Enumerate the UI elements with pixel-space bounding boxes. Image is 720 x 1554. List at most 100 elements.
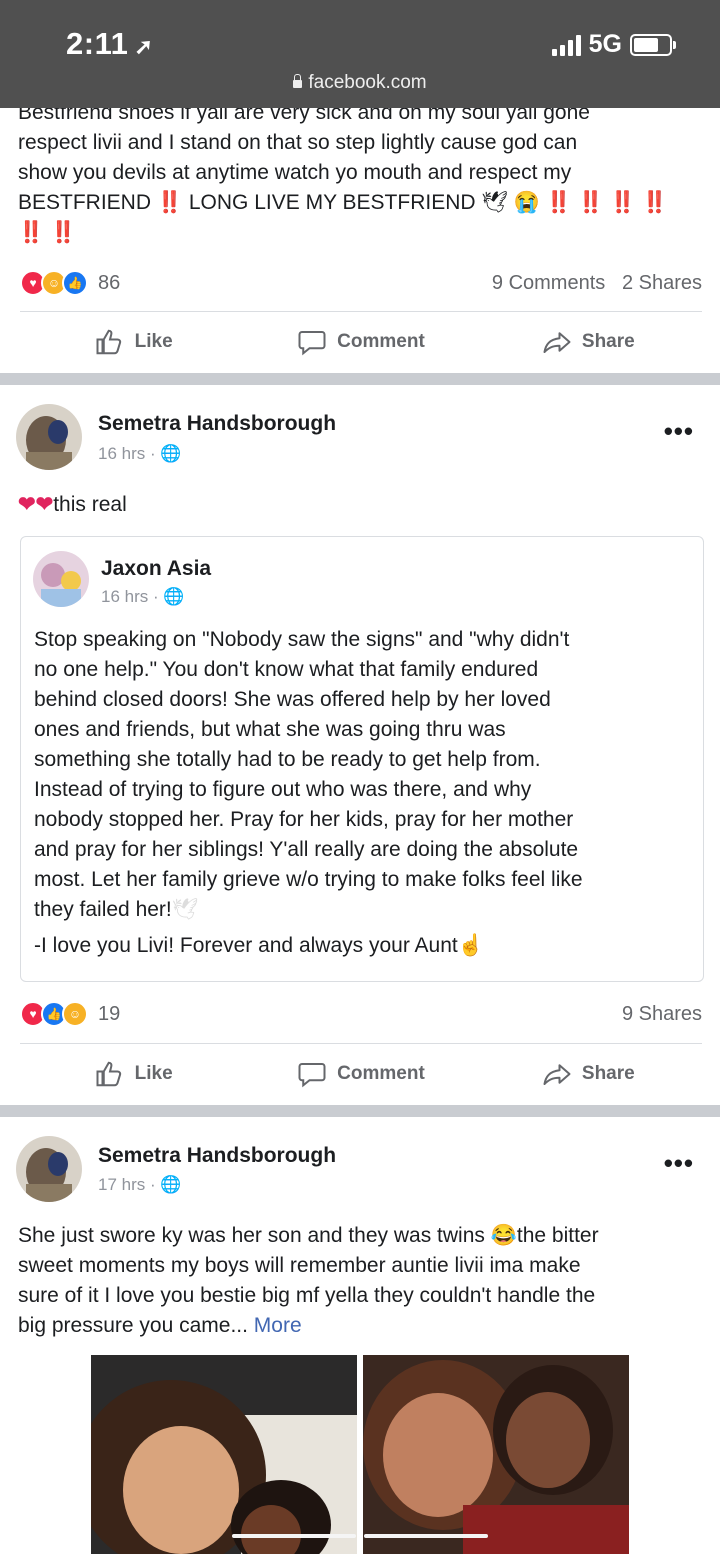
signal-icon [551, 34, 581, 56]
double-exclamation-icon: ‼️ [545, 191, 573, 214]
post-2-caption: this real [53, 493, 127, 516]
shared-body-line: nobody stopped her. Pray for her kids, p… [34, 808, 574, 831]
double-exclamation-icon: ‼️ [156, 191, 184, 214]
status-right: 5G [551, 30, 676, 59]
post-1-text: Bestfriend shoes if yall are very sick a… [18, 98, 708, 248]
comments-count-link[interactable]: 9 Comments [492, 272, 605, 294]
dove-icon: 🕊 [171, 898, 199, 921]
globe-icon: 🌐 [160, 444, 182, 463]
post-2-reactions[interactable]: ♥ 👍 ☺ 19 [20, 1001, 120, 1027]
thumbs-up-icon [96, 329, 121, 355]
shared-body-line: behind closed doors! She was offered hel… [34, 688, 551, 711]
shared-body-line: Instead of trying to figure out who was … [34, 778, 532, 801]
like-button[interactable]: Like [20, 312, 247, 372]
like-label: Like [134, 1063, 173, 1084]
post-photo-2[interactable] [363, 1355, 629, 1554]
post-2-action-bar: Like Comment Share [20, 1043, 702, 1104]
post-1-line: show you devils at anytime watch yo mout… [18, 161, 572, 184]
shared-body: Stop speaking on "Nobody saw the signs" … [34, 625, 699, 961]
post-1-line: BESTFRIEND ‼️ LONG LIVE MY BESTFRIEND 🕊 … [18, 188, 708, 218]
avatar[interactable] [16, 1136, 82, 1202]
post-3-text: She just swore ky was her son and they w… [18, 1221, 708, 1341]
url-bar[interactable]: facebook.com [0, 72, 720, 94]
shared-author-name[interactable]: Jaxon Asia [101, 557, 211, 581]
like-label: Like [134, 331, 173, 352]
comment-icon [298, 1063, 326, 1088]
network-label: 5G [588, 30, 622, 58]
heart-icon: ❤ [18, 493, 36, 516]
shared-post[interactable]: Jaxon Asia 16 hrs · 🌐 Stop speaking on "… [20, 536, 704, 982]
photo-image [363, 1355, 629, 1554]
post-1-stats: ♥ ☺ 👍 86 9 Comments 2 Shares [20, 269, 702, 297]
comment-label: Comment [337, 1063, 425, 1084]
post-meta: 17 hrs · 🌐 [98, 1175, 182, 1194]
post-3-word: She just swore ky was her son and they w… [18, 1224, 485, 1247]
lock-icon [293, 74, 303, 88]
post-1-engagement: 9 Comments 2 Shares [492, 272, 702, 295]
shares-count-link[interactable]: 2 Shares [622, 272, 702, 294]
crying-face-icon: 😭 [513, 191, 541, 214]
avatar-image [16, 1136, 82, 1202]
time-text: 2:11 [66, 26, 129, 61]
shares-count-link[interactable]: 9 Shares [622, 1003, 702, 1026]
shared-meta: 16 hrs · 🌐 [101, 587, 185, 606]
care-reaction-icon: ☺ [62, 1001, 88, 1027]
shared-body-line: ones and friends, but what she was going… [34, 718, 506, 741]
dove-icon: 🕊 [481, 191, 509, 214]
shared-body-line: most. Let her family grieve w/o trying t… [34, 868, 583, 891]
like-reaction-icon: 👍 [62, 270, 88, 296]
post-photo-1[interactable] [91, 1355, 357, 1554]
post-3-word: big pressure you came... [18, 1314, 248, 1337]
double-exclamation-icon: ‼️ [641, 191, 669, 214]
post-divider [0, 1105, 720, 1117]
shared-body-line: no one help." You don't know what that f… [34, 658, 539, 681]
post-author-name[interactable]: Semetra Handsborough [98, 412, 336, 436]
shared-body-line: and pray for her siblings! Y'all really … [34, 838, 579, 861]
post-2-stats: ♥ 👍 ☺ 19 9 Shares [20, 1000, 702, 1028]
globe-icon: 🌐 [163, 587, 185, 606]
double-exclamation-icon: ‼️ [577, 191, 605, 214]
finger-icon: ☝ [457, 934, 484, 957]
post-time[interactable]: 16 hrs [98, 444, 145, 463]
comment-icon [298, 331, 326, 356]
status-time: 2:11 ➚ [66, 26, 153, 62]
post-meta: 16 hrs · 🌐 [98, 444, 182, 463]
share-button[interactable]: Share [475, 312, 702, 372]
laughing-face-icon: 😂 [490, 1224, 517, 1247]
post-2-text: ❤❤this real [18, 490, 127, 520]
more-options-icon[interactable]: ••• [664, 416, 694, 447]
see-more-link[interactable]: More [254, 1314, 302, 1337]
post-1-reactions[interactable]: ♥ ☺ 👍 86 [20, 270, 120, 296]
more-options-icon[interactable]: ••• [664, 1148, 694, 1179]
thumbs-up-icon [96, 1061, 121, 1087]
comment-button[interactable]: Comment [247, 1044, 474, 1104]
shared-avatar[interactable] [33, 551, 89, 607]
post-3-line: She just swore ky was her son and they w… [18, 1221, 708, 1251]
avatar-image [16, 404, 82, 470]
share-label: Share [581, 1063, 635, 1084]
shared-avatar-image [33, 551, 89, 607]
shared-time[interactable]: 16 hrs [101, 587, 148, 606]
post-3-word: the bitter [516, 1224, 599, 1247]
battery-icon [630, 33, 676, 56]
double-exclamation-icon: ‼️ [50, 221, 77, 244]
shared-signoff: -I love you Livi! Forever and always you… [34, 934, 458, 957]
like-button[interactable]: Like [20, 1044, 247, 1104]
share-arrow-icon [543, 1064, 571, 1085]
post-time[interactable]: 17 hrs [98, 1175, 145, 1194]
double-exclamation-icon: ‼️ [18, 221, 45, 244]
photo-image [91, 1355, 357, 1554]
post-1-word: BESTFRIEND [18, 191, 152, 214]
post-1-line: respect livii and I stand on that so ste… [18, 131, 578, 154]
location-arrow-icon: ➚ [134, 34, 154, 59]
post-3-line: sure of it I love you bestie big mf yell… [18, 1284, 596, 1307]
comment-label: Comment [337, 331, 425, 352]
shared-body-line: Stop speaking on "Nobody saw the signs" … [34, 628, 570, 651]
avatar[interactable] [16, 404, 82, 470]
share-label: Share [581, 331, 635, 352]
reaction-count: 19 [98, 1002, 121, 1025]
post-author-name[interactable]: Semetra Handsborough [98, 1144, 336, 1168]
shared-body-line: they failed her!🕊 [34, 895, 699, 925]
comment-button[interactable]: Comment [247, 312, 474, 372]
share-button[interactable]: Share [475, 1044, 702, 1104]
